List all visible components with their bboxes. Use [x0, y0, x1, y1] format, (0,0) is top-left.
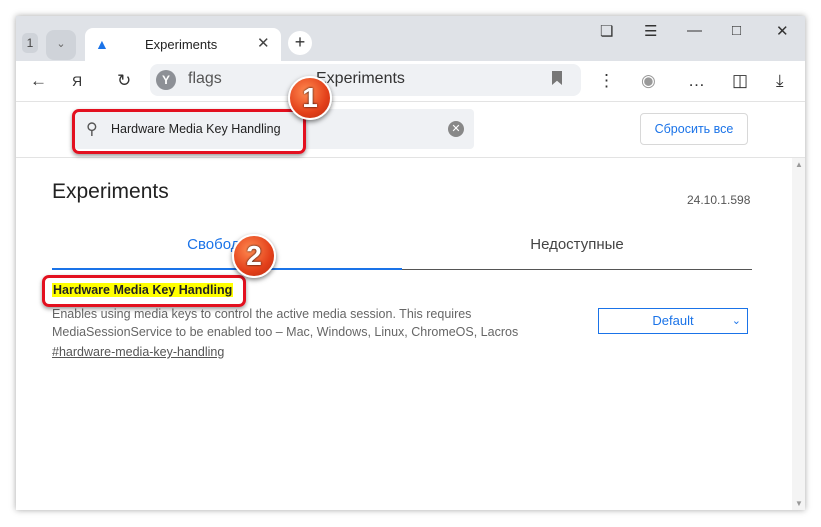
- clear-search-icon[interactable]: ✕: [448, 121, 464, 137]
- tab-title: Experiments: [145, 37, 218, 52]
- tab-experiments[interactable]: ▲ Experiments ✕: [85, 28, 281, 61]
- yandex-browser-icon: Y: [156, 70, 176, 90]
- download-icon[interactable]: ⤓: [776, 71, 784, 91]
- step-badge-1: 1: [288, 76, 332, 120]
- close-tab-icon[interactable]: ✕: [257, 34, 270, 52]
- tab-available[interactable]: Свободные: [52, 236, 402, 270]
- reset-all-button[interactable]: Сбросить все: [640, 113, 748, 145]
- tab-count[interactable]: 1: [22, 33, 38, 53]
- new-tab-button[interactable]: +: [288, 31, 312, 55]
- url-text: flags: [188, 70, 222, 87]
- bookmarks-icon[interactable]: ❏: [600, 22, 613, 40]
- minimize-icon[interactable]: —: [687, 22, 702, 39]
- yandex-icon[interactable]: Я: [72, 73, 82, 89]
- ellipsis-icon[interactable]: …: [688, 71, 705, 91]
- chevron-down-icon[interactable]: ⌄: [46, 30, 76, 60]
- close-window-icon[interactable]: ✕: [776, 22, 789, 40]
- extensions-icon[interactable]: ◫: [732, 71, 748, 91]
- browser-window: 1 ⌄ ▲ Experiments ✕ + ❏ ☰ — □ ✕ ← Я ↻ Y …: [16, 16, 805, 510]
- highlight-search: [72, 109, 306, 154]
- reload-icon[interactable]: ↻: [117, 71, 131, 91]
- maximize-icon[interactable]: □: [732, 22, 741, 39]
- title-bar: 1 ⌄ ▲ Experiments ✕ + ❏ ☰ — □ ✕: [16, 16, 805, 61]
- step-badge-2: 2: [232, 234, 276, 278]
- toolbar: ← Я ↻ Y flags Experiments ⋮ ◉ … ◫ ⤓: [16, 61, 805, 102]
- more-icon[interactable]: ⋮: [598, 71, 615, 91]
- flag-description: Enables using media keys to control the …: [52, 307, 519, 339]
- flag-state-select[interactable]: Default ⌄: [598, 308, 748, 334]
- bookmark-icon[interactable]: [552, 71, 562, 85]
- page-title: Experiments: [52, 180, 169, 203]
- select-value: Default: [652, 313, 694, 328]
- highlight-flag-title: [42, 275, 246, 307]
- globe-icon[interactable]: ◉: [641, 71, 656, 91]
- address-bar[interactable]: Y flags Experiments: [150, 64, 581, 96]
- scroll-up-icon[interactable]: ▲: [795, 160, 803, 169]
- scrollbar[interactable]: ▲ ▼: [792, 158, 805, 510]
- scroll-down-icon[interactable]: ▼: [795, 499, 803, 508]
- tab-unavailable[interactable]: Недоступные: [402, 236, 752, 270]
- back-icon[interactable]: ←: [30, 71, 47, 91]
- flags-content: Experiments 24.10.1.598 Свободные Недост…: [16, 158, 792, 510]
- menu-icon[interactable]: ☰: [644, 22, 657, 40]
- page-title-in-omnibox: Experiments: [316, 70, 405, 87]
- version: 24.10.1.598: [687, 193, 751, 207]
- flag-anchor-link[interactable]: #hardware-media-key-handling: [52, 345, 224, 359]
- flask-icon: ▲: [95, 36, 109, 52]
- chevron-down-icon: ⌄: [731, 315, 741, 327]
